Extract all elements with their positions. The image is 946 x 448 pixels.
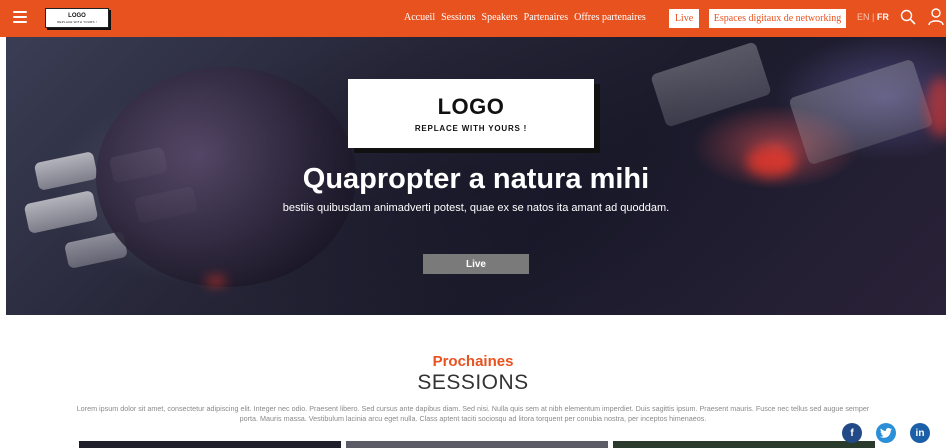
header-logo-text: LOGO	[68, 12, 86, 19]
hero-title: Quapropter a natura mihi	[302, 163, 650, 195]
twitter-icon[interactable]	[876, 423, 896, 443]
header-logo-tagline: REPLACE WITH YOURS !	[57, 19, 97, 24]
language-switcher: EN | FR	[857, 12, 889, 22]
search-icon[interactable]	[900, 9, 916, 25]
header-logo[interactable]: LOGO REPLACE WITH YOURS !	[45, 8, 109, 28]
session-card[interactable]	[346, 441, 608, 448]
session-card[interactable]	[613, 441, 875, 448]
nav-link-accueil[interactable]: Accueil	[404, 12, 435, 23]
hero-live-button[interactable]: Live	[423, 254, 529, 274]
hero-logo-text: LOGO	[437, 94, 505, 119]
sessions-title: SESSIONS	[417, 371, 529, 394]
hero-subtitle: bestiis quibusdam animadverti potest, qu…	[282, 202, 670, 214]
hero-logo-tagline: REPLACE WITH YOURS !	[414, 124, 528, 133]
sessions-description: Lorem ipsum dolor sit amet, consectetur …	[76, 404, 870, 423]
live-button[interactable]: Live	[669, 9, 699, 28]
lang-separator: |	[872, 12, 875, 22]
twitter-bird-icon	[880, 428, 892, 438]
nav-link-sessions[interactable]: Sessions	[441, 12, 475, 23]
sessions-kicker: Prochaines	[432, 353, 514, 370]
user-icon[interactable]	[928, 8, 944, 26]
lang-en-link[interactable]: EN	[857, 12, 870, 22]
networking-spaces-button[interactable]: Espaces digitaux de networking	[709, 9, 846, 28]
hero-logo: LOGO REPLACE WITH YOURS !	[348, 79, 594, 148]
main-nav: Accueil Sessions Speakers Partenaires Of…	[404, 12, 646, 23]
top-navigation-bar: LOGO REPLACE WITH YOURS ! Accueil Sessio…	[0, 0, 946, 37]
nav-link-speakers[interactable]: Speakers	[482, 12, 518, 23]
hamburger-icon[interactable]	[13, 11, 27, 23]
linkedin-icon[interactable]: in	[910, 423, 930, 443]
session-card[interactable]	[79, 441, 341, 448]
hero-banner: LOGO REPLACE WITH YOURS ! Quapropter a n…	[6, 37, 946, 315]
lang-fr-link[interactable]: FR	[877, 12, 889, 22]
facebook-icon[interactable]: f	[842, 423, 862, 443]
nav-link-offres-partenaires[interactable]: Offres partenaires	[574, 12, 646, 23]
nav-link-partenaires[interactable]: Partenaires	[524, 12, 568, 23]
